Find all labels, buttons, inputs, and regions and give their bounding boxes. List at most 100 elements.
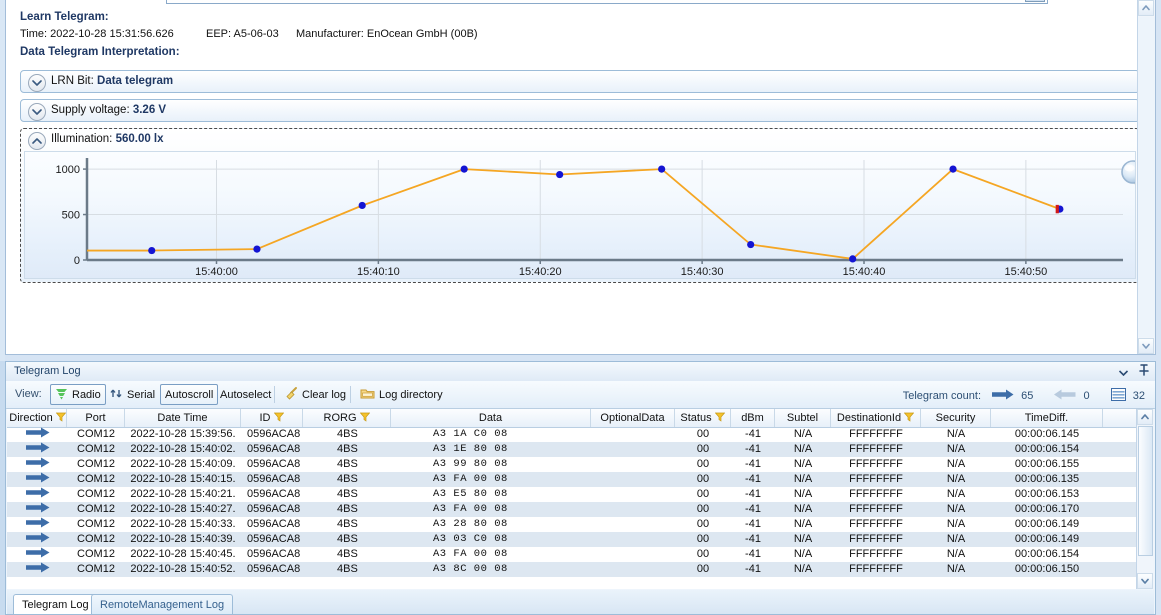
filter-funnel-icon[interactable] bbox=[56, 413, 66, 425]
cell-optionaldata bbox=[591, 457, 675, 472]
learn-telegram-title: Learn Telegram: bbox=[20, 11, 109, 23]
accordion-supply-voltage[interactable]: Supply voltage: 3.26 V bbox=[20, 99, 1138, 122]
chevron-down-icon[interactable] bbox=[28, 74, 46, 92]
grid-header-status[interactable]: Status bbox=[675, 409, 731, 427]
toolbar-separator bbox=[274, 386, 275, 403]
grid-header-optionaldata[interactable]: OptionalData bbox=[591, 409, 675, 427]
filter-funnel-icon[interactable] bbox=[274, 413, 284, 425]
cell-subtel: N/A bbox=[775, 487, 831, 502]
autoselect-button[interactable]: Autoselect bbox=[216, 384, 275, 405]
filter-funnel-icon[interactable] bbox=[715, 413, 725, 425]
grid-header-port[interactable]: Port bbox=[67, 409, 125, 427]
dropdown-caret-icon[interactable] bbox=[1119, 367, 1128, 379]
cell-direction bbox=[9, 517, 67, 532]
grid-header-destinationid[interactable]: DestinationId bbox=[831, 409, 921, 427]
accordion-illumination[interactable]: Illumination: 560.00 lx 0500100015:40:00… bbox=[20, 128, 1138, 283]
grid-header-security[interactable]: Security bbox=[921, 409, 991, 427]
table-row[interactable]: COM122022-10-28 15:40:27.0596ACA84BSA3 F… bbox=[7, 502, 1137, 517]
cell-port: COM12 bbox=[67, 502, 125, 517]
table-row[interactable]: COM122022-10-28 15:39:56.0596ACA84BSA3 1… bbox=[7, 427, 1137, 442]
cell-rorg: 4BS bbox=[303, 457, 391, 472]
view-radio-button[interactable]: Radio bbox=[50, 384, 106, 405]
grid-header-rorg[interactable]: RORG bbox=[303, 409, 391, 427]
scroll-down-icon[interactable] bbox=[1138, 338, 1154, 354]
cell-port: COM12 bbox=[67, 472, 125, 487]
telegram-log-title: Telegram Log bbox=[14, 365, 81, 377]
table-row[interactable]: COM122022-10-28 15:40:33.0596ACA84BSA3 2… bbox=[7, 517, 1137, 532]
top-input-button[interactable] bbox=[1025, 0, 1045, 2]
cell-dbm: -41 bbox=[731, 487, 775, 502]
interpretation-scrollbar[interactable] bbox=[1137, 0, 1155, 354]
cell-status: 00 bbox=[675, 562, 731, 577]
cell-status: 00 bbox=[675, 457, 731, 472]
table-row[interactable]: COM122022-10-28 15:40:52.0596ACA84BSA3 8… bbox=[7, 562, 1137, 577]
table-row[interactable]: COM122022-10-28 15:40:09.0596ACA84BSA3 9… bbox=[7, 457, 1137, 472]
cell-dbm: -41 bbox=[731, 547, 775, 562]
chevron-up-icon[interactable] bbox=[28, 132, 46, 150]
grid-header-port-label: Port bbox=[85, 412, 105, 424]
cell-subtel: N/A bbox=[775, 457, 831, 472]
cell-status: 00 bbox=[675, 547, 731, 562]
grid-scroll-down-icon[interactable] bbox=[1137, 573, 1153, 589]
cell-port: COM12 bbox=[67, 487, 125, 502]
view-serial-button[interactable]: Serial bbox=[106, 384, 159, 405]
grid-header-subtel[interactable]: Subtel bbox=[775, 409, 831, 427]
illumination-chart[interactable]: 0500100015:40:0015:40:1015:40:2015:40:30… bbox=[24, 151, 1136, 279]
table-row[interactable]: COM122022-10-28 15:40:21.0596ACA84BSA3 E… bbox=[7, 487, 1137, 502]
cell-status: 00 bbox=[675, 487, 731, 502]
autoscroll-button[interactable]: Autoscroll bbox=[160, 384, 218, 405]
grid-scroll-thumb[interactable] bbox=[1138, 426, 1153, 556]
tab-telegram-log[interactable]: Telegram Log bbox=[13, 594, 98, 614]
outgoing-arrow-icon bbox=[26, 518, 50, 530]
grid-header-dbm-label: dBm bbox=[741, 412, 764, 424]
telegram-count-group: Telegram count: 65 0 32 bbox=[903, 388, 1145, 404]
accordion-lrn-bit[interactable]: LRN Bit: Data telegram bbox=[20, 70, 1138, 93]
cell-direction bbox=[9, 472, 67, 487]
telegram-count-table: 32 bbox=[1133, 390, 1145, 402]
cell-status: 00 bbox=[675, 427, 731, 442]
cell-destinationid: FFFFFFFF bbox=[831, 427, 921, 442]
grid-header-dbm[interactable]: dBm bbox=[731, 409, 775, 427]
zoom-magnifier-icon[interactable] bbox=[1118, 158, 1136, 199]
grid-header-data[interactable]: Data bbox=[391, 409, 591, 427]
chevron-down-icon[interactable] bbox=[28, 103, 46, 121]
grid-scrollbar[interactable] bbox=[1136, 409, 1154, 589]
cell-subtel: N/A bbox=[775, 427, 831, 442]
cell-timediff: 00:00:06.170 bbox=[991, 502, 1103, 517]
table-row[interactable]: COM122022-10-28 15:40:02.0596ACA84BSA3 1… bbox=[7, 442, 1137, 457]
cell-direction bbox=[9, 532, 67, 547]
grid-header-direction[interactable]: Direction bbox=[9, 409, 67, 427]
grid-rows: COM122022-10-28 15:39:56.0596ACA84BSA3 1… bbox=[7, 427, 1137, 589]
cell-datetime: 2022-10-28 15:40:09. bbox=[125, 457, 241, 472]
clear-log-button[interactable]: Clear log bbox=[280, 384, 350, 405]
scroll-track[interactable] bbox=[1138, 17, 1155, 337]
cell-direction bbox=[9, 562, 67, 577]
grid-header-id[interactable]: ID bbox=[241, 409, 303, 427]
filter-funnel-icon[interactable] bbox=[904, 413, 914, 425]
grid-header-timediff[interactable]: TimeDiff. bbox=[991, 409, 1103, 427]
cell-timediff: 00:00:06.155 bbox=[991, 457, 1103, 472]
tab-remotemanagement-log[interactable]: RemoteManagement Log bbox=[91, 594, 233, 614]
telegram-log-toolbar: View: Radio Serial Autoscroll Autoselect bbox=[6, 381, 1155, 409]
outgoing-arrow-icon bbox=[26, 563, 50, 575]
view-radio-label: Radio bbox=[72, 389, 101, 401]
pin-icon[interactable] bbox=[1139, 364, 1149, 379]
cell-destinationid: FFFFFFFF bbox=[831, 532, 921, 547]
filter-funnel-icon[interactable] bbox=[360, 413, 370, 425]
cell-security: N/A bbox=[921, 517, 991, 532]
grid-header-datetime[interactable]: Date Time bbox=[125, 409, 241, 427]
cell-dbm: -41 bbox=[731, 442, 775, 457]
telegram-count-received: 0 bbox=[1084, 390, 1090, 402]
view-label: View: bbox=[15, 388, 42, 400]
table-row[interactable]: COM122022-10-28 15:40:39.0596ACA84BSA3 0… bbox=[7, 532, 1137, 547]
table-row[interactable]: COM122022-10-28 15:40:15.0596ACA84BSA3 F… bbox=[7, 472, 1137, 487]
top-input-box[interactable] bbox=[166, 0, 1048, 4]
scroll-up-icon[interactable] bbox=[1138, 0, 1154, 16]
log-directory-button[interactable]: Log directory bbox=[356, 384, 447, 405]
table-row[interactable]: COM122022-10-28 15:40:45.0596ACA84BSA3 F… bbox=[7, 547, 1137, 562]
cell-datetime: 2022-10-28 15:40:27. bbox=[125, 502, 241, 517]
svg-text:500: 500 bbox=[62, 210, 80, 222]
grid-scroll-up-icon[interactable] bbox=[1137, 409, 1153, 425]
cell-data: A3 FA 00 08 bbox=[391, 502, 591, 517]
cell-dbm: -41 bbox=[731, 427, 775, 442]
